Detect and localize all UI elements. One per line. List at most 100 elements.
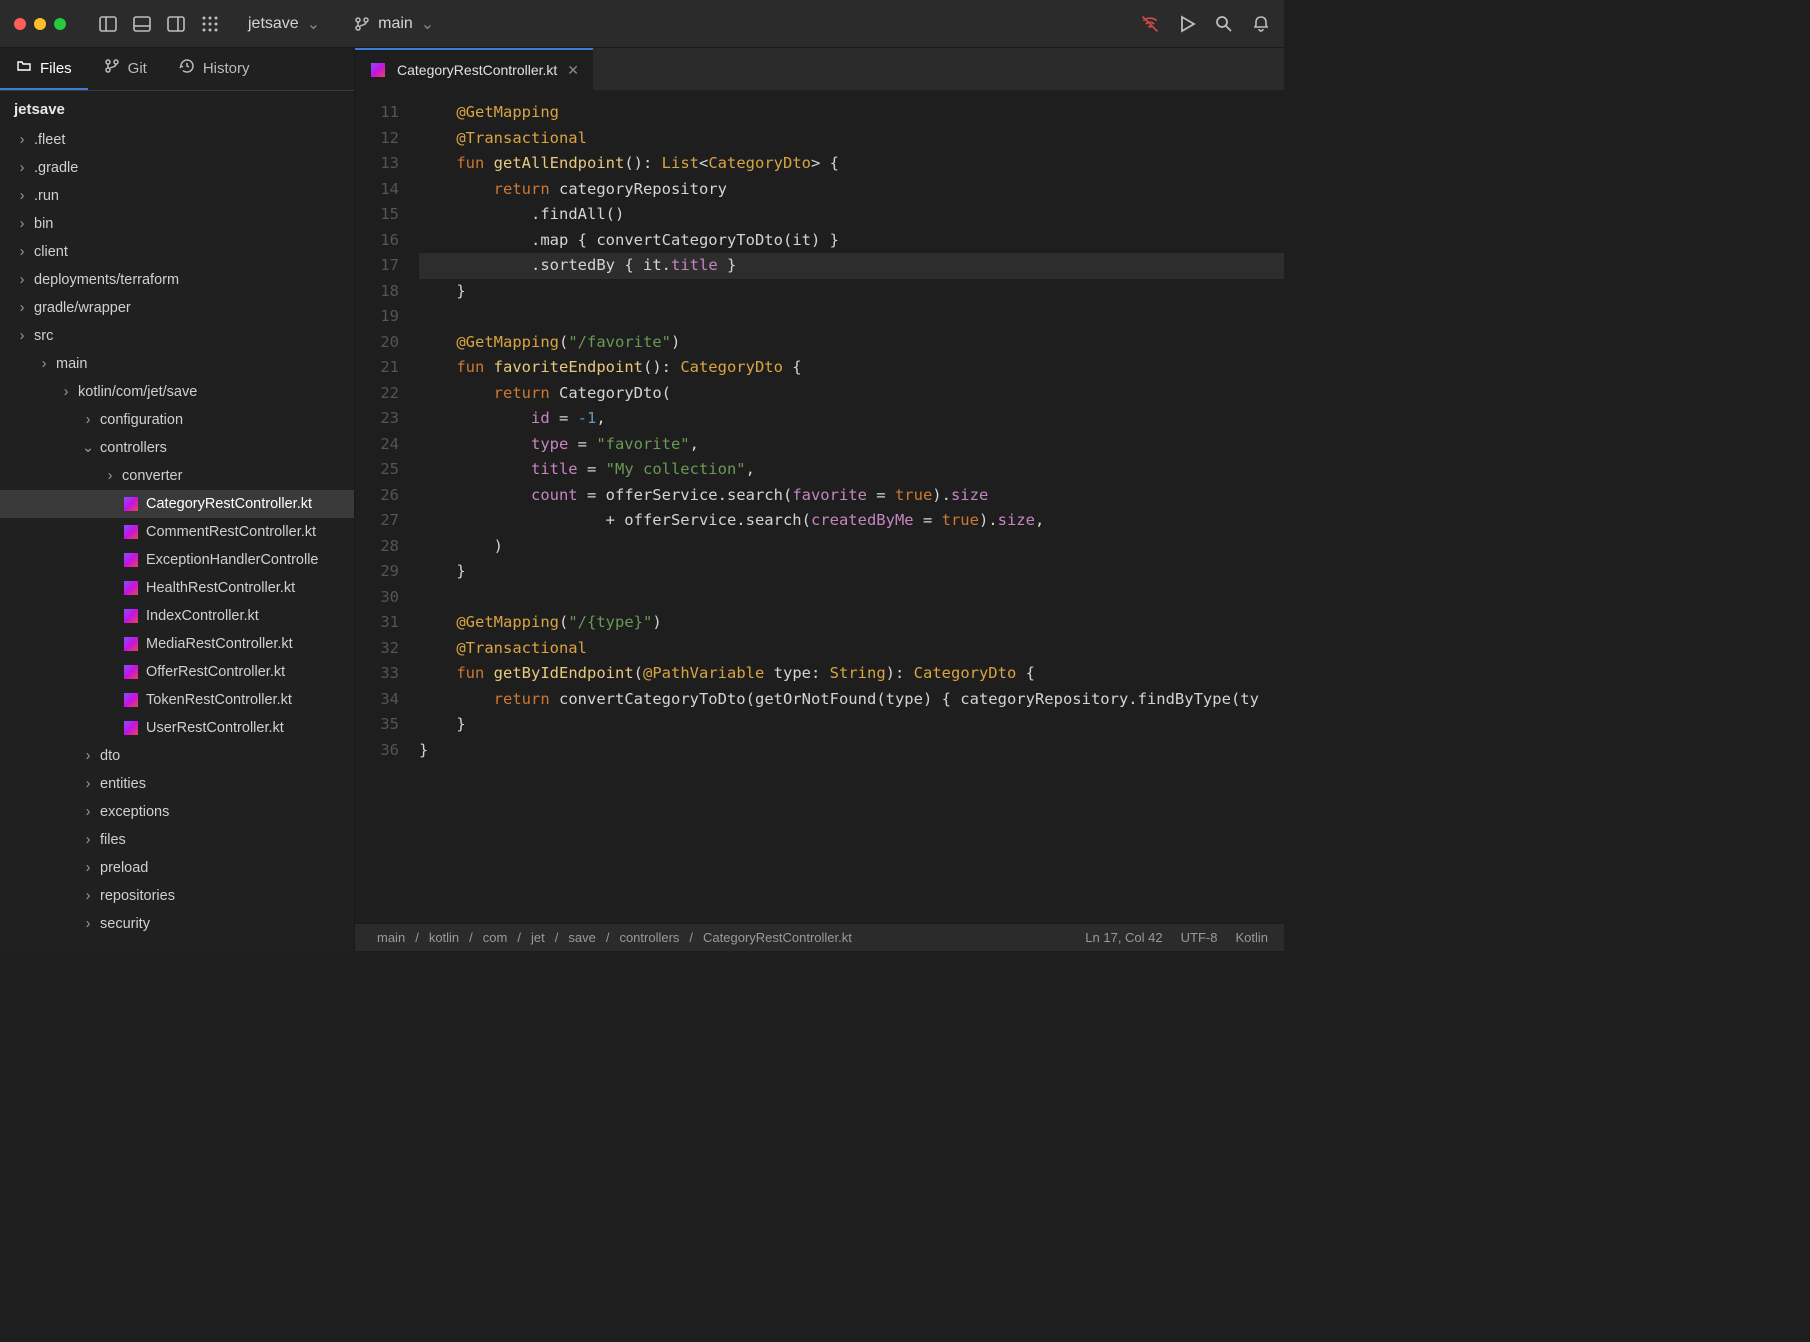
language-label[interactable]: Kotlin — [1235, 930, 1268, 945]
code-line[interactable]: fun favoriteEndpoint(): CategoryDto { — [419, 355, 1284, 381]
tree-folder[interactable]: ›security — [0, 910, 354, 938]
code-line[interactable]: + offerService.search(createdByMe = true… — [419, 508, 1284, 534]
file-tree[interactable]: ›.fleet›.gradle›.run›bin›client›deployme… — [0, 126, 354, 951]
run-icon[interactable] — [1178, 15, 1196, 33]
code-line[interactable]: title = "My collection", — [419, 457, 1284, 483]
breadcrumb-segment[interactable]: jet — [531, 930, 545, 945]
tree-folder[interactable]: ›dto — [0, 742, 354, 770]
tree-item-label: converter — [122, 468, 182, 484]
code-line[interactable]: } — [419, 712, 1284, 738]
tree-folder[interactable]: ›.run — [0, 182, 354, 210]
code-line[interactable]: fun getAllEndpoint(): List<CategoryDto> … — [419, 151, 1284, 177]
folder-icon — [16, 58, 32, 78]
tree-item-label: UserRestController.kt — [146, 720, 284, 736]
tree-folder[interactable]: ›exceptions — [0, 798, 354, 826]
kotlin-file-icon — [122, 637, 140, 651]
code-line[interactable]: count = offerService.search(favorite = t… — [419, 483, 1284, 509]
bell-icon[interactable] — [1252, 15, 1270, 33]
code-line[interactable]: .sortedBy { it.title } — [419, 253, 1284, 279]
panel-right-icon[interactable] — [164, 12, 188, 36]
code-line[interactable]: @GetMapping("/{type}") — [419, 610, 1284, 636]
code-line[interactable]: @GetMapping("/favorite") — [419, 330, 1284, 356]
project-selector[interactable]: jetsave ⌄ — [248, 14, 320, 34]
maximize-window-button[interactable] — [54, 18, 66, 30]
grid-menu-icon[interactable] — [198, 12, 222, 36]
code-line[interactable]: type = "favorite", — [419, 432, 1284, 458]
tree-file[interactable]: UserRestController.kt — [0, 714, 354, 742]
tree-folder[interactable]: ›files — [0, 826, 354, 854]
code-line[interactable]: @Transactional — [419, 636, 1284, 662]
breadcrumb-segment[interactable]: controllers — [619, 930, 679, 945]
tree-file[interactable]: HealthRestController.kt — [0, 574, 354, 602]
minimize-window-button[interactable] — [34, 18, 46, 30]
kotlin-file-icon — [122, 609, 140, 623]
tree-folder[interactable]: ›gradle/wrapper — [0, 294, 354, 322]
code-line[interactable]: } — [419, 738, 1284, 764]
code-line[interactable]: @GetMapping — [419, 100, 1284, 126]
tree-file[interactable]: CategoryRestController.kt — [0, 490, 354, 518]
breadcrumb-segment[interactable]: kotlin — [429, 930, 459, 945]
tree-file[interactable]: OfferRestController.kt — [0, 658, 354, 686]
tree-file[interactable]: TokenRestController.kt — [0, 686, 354, 714]
editor-tab[interactable]: CategoryRestController.kt ✕ — [355, 48, 593, 90]
caret-position-label[interactable]: Ln 17, Col 42 — [1085, 930, 1162, 945]
panel-bottom-icon[interactable] — [130, 12, 154, 36]
tree-folder[interactable]: ›bin — [0, 210, 354, 238]
encoding-label[interactable]: UTF-8 — [1181, 930, 1218, 945]
tree-item-label: repositories — [100, 888, 175, 904]
tree-folder[interactable]: ›client — [0, 238, 354, 266]
sidebar-tab-history[interactable]: History — [163, 48, 266, 90]
code-line[interactable]: .map { convertCategoryToDto(it) } — [419, 228, 1284, 254]
code-line[interactable]: @Transactional — [419, 126, 1284, 152]
code-line[interactable]: } — [419, 279, 1284, 305]
tree-item-label: src — [34, 328, 53, 344]
tree-file[interactable]: IndexController.kt — [0, 602, 354, 630]
tree-folder[interactable]: › src — [0, 322, 354, 350]
tree-folder[interactable]: ›.gradle — [0, 154, 354, 182]
panel-left-icon[interactable] — [96, 12, 120, 36]
branch-selector[interactable]: main ⌄ — [354, 14, 434, 34]
breadcrumb-segment[interactable]: save — [568, 930, 595, 945]
tree-folder[interactable]: ›converter — [0, 462, 354, 490]
offline-icon[interactable] — [1140, 14, 1160, 34]
tree-folder[interactable]: ›deployments/terraform — [0, 266, 354, 294]
breadcrumb-segment[interactable]: main — [377, 930, 405, 945]
code-line[interactable]: return categoryRepository — [419, 177, 1284, 203]
breadcrumb[interactable]: main/kotlin/com/jet/save/controllers/Cat… — [377, 930, 852, 945]
close-icon[interactable]: ✕ — [567, 62, 579, 79]
code-line[interactable]: fun getByIdEndpoint(@PathVariable type: … — [419, 661, 1284, 687]
tree-folder[interactable]: ›preload — [0, 854, 354, 882]
tree-file[interactable]: CommentRestController.kt — [0, 518, 354, 546]
tree-file[interactable]: MediaRestController.kt — [0, 630, 354, 658]
tree-file[interactable]: ExceptionHandlerControlle — [0, 546, 354, 574]
code-line[interactable] — [419, 304, 1284, 330]
code-line[interactable]: return CategoryDto( — [419, 381, 1284, 407]
code-editor[interactable]: 1112131415161718192021222324252627282930… — [355, 90, 1284, 923]
tree-folder[interactable]: ›repositories — [0, 882, 354, 910]
breadcrumb-segment[interactable]: CategoryRestController.kt — [703, 930, 852, 945]
close-window-button[interactable] — [14, 18, 26, 30]
tree-folder[interactable]: ›entities — [0, 770, 354, 798]
tree-folder[interactable]: ›.fleet — [0, 126, 354, 154]
sidebar-tab-git[interactable]: Git — [88, 48, 163, 90]
code-line[interactable]: return convertCategoryToDto(getOrNotFoun… — [419, 687, 1284, 713]
line-number: 21 — [355, 355, 399, 381]
breadcrumb-segment[interactable]: com — [483, 930, 508, 945]
code-line[interactable]: id = -1, — [419, 406, 1284, 432]
code-content[interactable]: @GetMapping @Transactional fun getAllEnd… — [409, 90, 1284, 923]
tree-folder[interactable]: ›main — [0, 350, 354, 378]
sidebar-tab-files[interactable]: Files — [0, 48, 88, 90]
tree-folder[interactable]: ⌄controllers — [0, 434, 354, 462]
code-line[interactable] — [419, 585, 1284, 611]
search-icon[interactable] — [1214, 14, 1234, 34]
line-number: 22 — [355, 381, 399, 407]
line-number: 30 — [355, 585, 399, 611]
code-line[interactable]: .findAll() — [419, 202, 1284, 228]
code-line[interactable]: } — [419, 559, 1284, 585]
tree-folder[interactable]: ›configuration — [0, 406, 354, 434]
chevron-right-icon: › — [16, 328, 28, 344]
tree-item-label: .gradle — [34, 160, 78, 176]
tree-folder[interactable]: ›kotlin/com/jet/save — [0, 378, 354, 406]
code-line[interactable]: ) — [419, 534, 1284, 560]
project-root-label[interactable]: jetsave — [0, 91, 354, 126]
